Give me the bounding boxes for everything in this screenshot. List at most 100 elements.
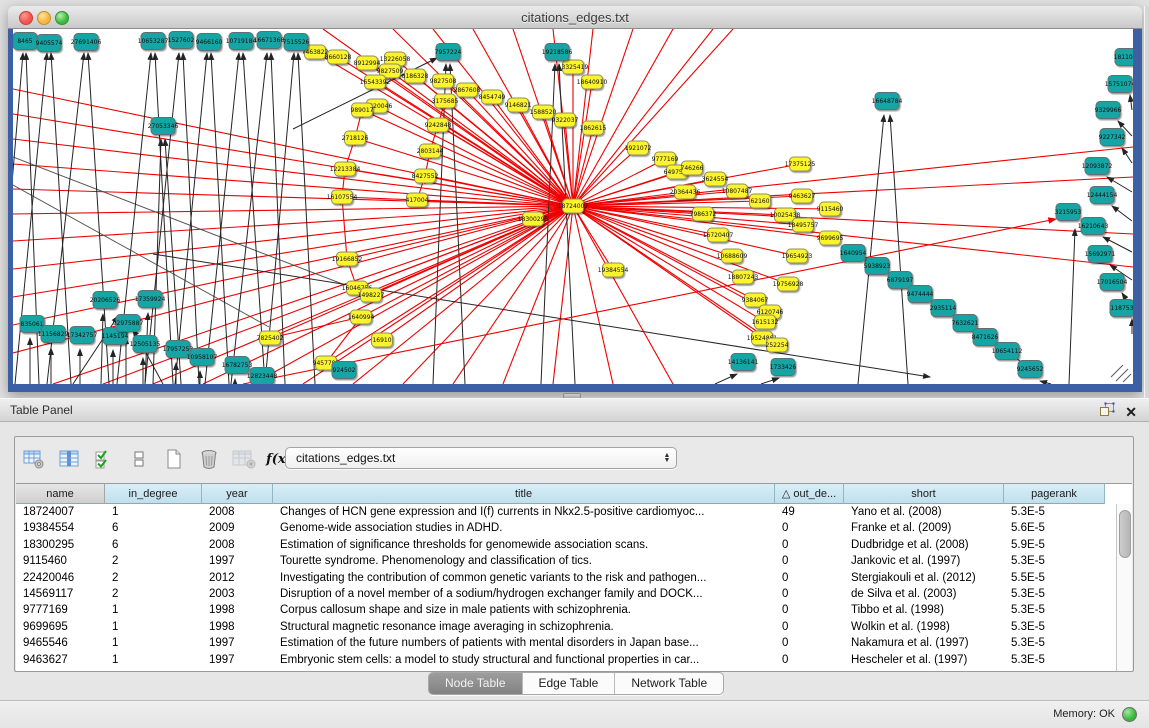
graph-node[interactable]: 9146821 [505,98,532,112]
graph-node[interactable]: 8471626 [972,329,999,346]
graph-node[interactable]: 2803144 [417,144,444,158]
graph-node[interactable]: 19218586 [542,44,573,61]
show-columns-icon[interactable] [56,446,82,472]
graph-node[interactable]: 10719184 [226,33,257,50]
graph-node[interactable]: 9329966 [1095,102,1122,119]
graph-node[interactable]: 1733426 [770,359,797,376]
delete-table-icon[interactable] [196,446,222,472]
graph-node[interactable]: 12823448 [247,368,278,385]
graph-node[interactable]: 8186328 [402,69,429,83]
graph-node[interactable]: 13325419 [558,60,589,74]
graph-node[interactable]: 417004 [406,193,429,207]
graph-node[interactable]: 8454749 [479,90,506,104]
table-settings-icon[interactable] [21,446,47,472]
close-panel-icon[interactable]: ✕ [1125,404,1137,420]
window-titlebar[interactable]: citations_edges.txt [8,6,1142,29]
tab-node-table[interactable]: Node Table [429,673,523,694]
graph-node[interactable]: 17016504 [1097,274,1128,291]
graph-node[interactable]: 7825402 [257,331,284,345]
graph-node[interactable]: 2718126 [342,131,369,145]
select-columns-icon[interactable] [91,446,117,472]
scrollbar-thumb[interactable] [1119,510,1131,558]
float-panel-icon[interactable] [1099,402,1115,422]
graph-node[interactable]: 92975887 [113,315,144,332]
graph-node[interactable]: 12213384 [330,162,361,176]
graph-node[interactable]: 1811074 [1114,49,1133,66]
graph-node[interactable]: 19654923 [782,249,813,263]
graph-node[interactable]: 10807487 [722,184,753,198]
column-header-pagerank[interactable]: pagerank [1004,484,1105,504]
graph-node[interactable]: 9405574 [36,35,63,52]
graph-node[interactable]: 7515526 [283,34,310,51]
graph-node[interactable]: 9115460 [817,202,844,216]
graph-node[interactable]: 8427552 [412,169,439,183]
graph-node[interactable]: 19756928 [773,277,804,291]
graph-node[interactable]: 2867608 [454,83,481,97]
graph-node[interactable]: 16671368 [254,32,285,49]
table-row[interactable]: 2242004622012Investigating the contribut… [16,570,1132,586]
graph-node[interactable]: 62160 [750,194,771,208]
graph-node[interactable]: 989017 [351,103,374,117]
graph-node[interactable]: 9227342 [1099,129,1126,146]
graph-node[interactable]: 1640994 [348,310,375,324]
table-row[interactable]: 1938455462009Genome-wide association stu… [16,520,1132,536]
graph-node[interactable]: 9474444 [907,286,934,303]
graph-node[interactable]: 12444154 [1087,187,1118,204]
graph-node[interactable]: 5938923 [864,258,891,275]
network-canvas[interactable]: 1872400713325419186409101322605889129949… [13,29,1133,384]
graph-node[interactable]: 16910 [372,333,393,347]
graph-node[interactable]: 7986372 [690,207,717,221]
graph-node[interactable]: 7957224 [435,44,462,61]
graph-node[interactable]: 1498227 [358,288,385,302]
graph-node[interactable]: 8660128 [325,50,352,64]
table-row[interactable]: 946362711997Embryonic stem cells: a mode… [16,652,1132,668]
table-row[interactable]: 1456911722003Disruption of a novel membe… [16,586,1132,602]
graph-node[interactable]: 252254 [766,338,789,352]
graph-node[interactable]: 14136141 [728,354,759,371]
tab-network-table[interactable]: Network Table [615,673,723,694]
graph-node[interactable]: 10653287 [138,33,169,50]
graph-node[interactable]: 9245652 [1017,361,1044,378]
column-header-in_degree[interactable]: in_degree [105,484,202,504]
graph-node[interactable]: 9699695 [817,231,844,245]
graph-node[interactable]: 16782753 [222,357,253,374]
graph-node[interactable]: 835061 [20,316,44,333]
table-row[interactable]: 911546021997Tourette syndrome. Phenomeno… [16,553,1132,569]
graph-node[interactable]: 16648784 [872,93,903,110]
graph-node[interactable]: 17359924 [135,291,166,308]
graph-node[interactable]: 27053346 [148,118,179,135]
graph-node[interactable]: 16210643 [1078,218,1109,235]
tab-edge-table[interactable]: Edge Table [523,673,616,694]
graph-node[interactable]: 15692971 [1085,246,1116,263]
column-header-year[interactable]: year [202,484,273,504]
graph-node[interactable]: 1527602 [168,32,195,49]
column-header-short[interactable]: short [844,484,1004,504]
table-row[interactable]: 969969511998Structural magnetic resonanc… [16,619,1132,635]
graph-node[interactable]: 9466160 [196,34,223,51]
table-selector-combobox[interactable]: citations_edges.txt ▲▼ [285,447,677,469]
column-header-out_de[interactable]: △ out_de... [775,484,844,504]
graph-node[interactable]: 19166852 [332,252,363,266]
graph-node[interactable]: 10654112 [992,343,1023,360]
graph-node[interactable]: 1862615 [580,121,607,135]
table-row[interactable]: 1872400712008Changes of HCN gene express… [16,504,1132,520]
graph-node[interactable]: 16720407 [703,228,734,242]
graph-node[interactable]: 19384554 [598,263,629,277]
table-row[interactable]: 946554611997Estimation of the future num… [16,635,1132,651]
graph-node[interactable]: 16107554 [327,190,358,204]
graph-node[interactable]: 20206526 [90,292,121,309]
graph-node[interactable]: 9777169 [652,152,679,166]
graph-node[interactable]: 10688609 [717,249,748,263]
graph-node[interactable]: 3215953 [1055,204,1082,221]
table-row[interactable]: 1830029562008Estimation of significance … [16,537,1132,553]
column-header-name[interactable]: name [16,484,105,504]
graph-node[interactable]: 118753 [1110,300,1133,317]
graph-node[interactable]: 8465 [13,33,37,50]
graph-node[interactable]: 9463627 [789,189,816,203]
graph-node[interactable]: 1921072 [625,141,652,155]
graph-node[interactable]: 924502 [332,362,356,379]
memory-ok-led-icon[interactable] [1122,707,1137,722]
graph-node[interactable]: 3624554 [702,172,729,186]
graph-node[interactable]: 15751074 [1105,76,1133,93]
graph-node[interactable]: 18640910 [577,75,608,89]
